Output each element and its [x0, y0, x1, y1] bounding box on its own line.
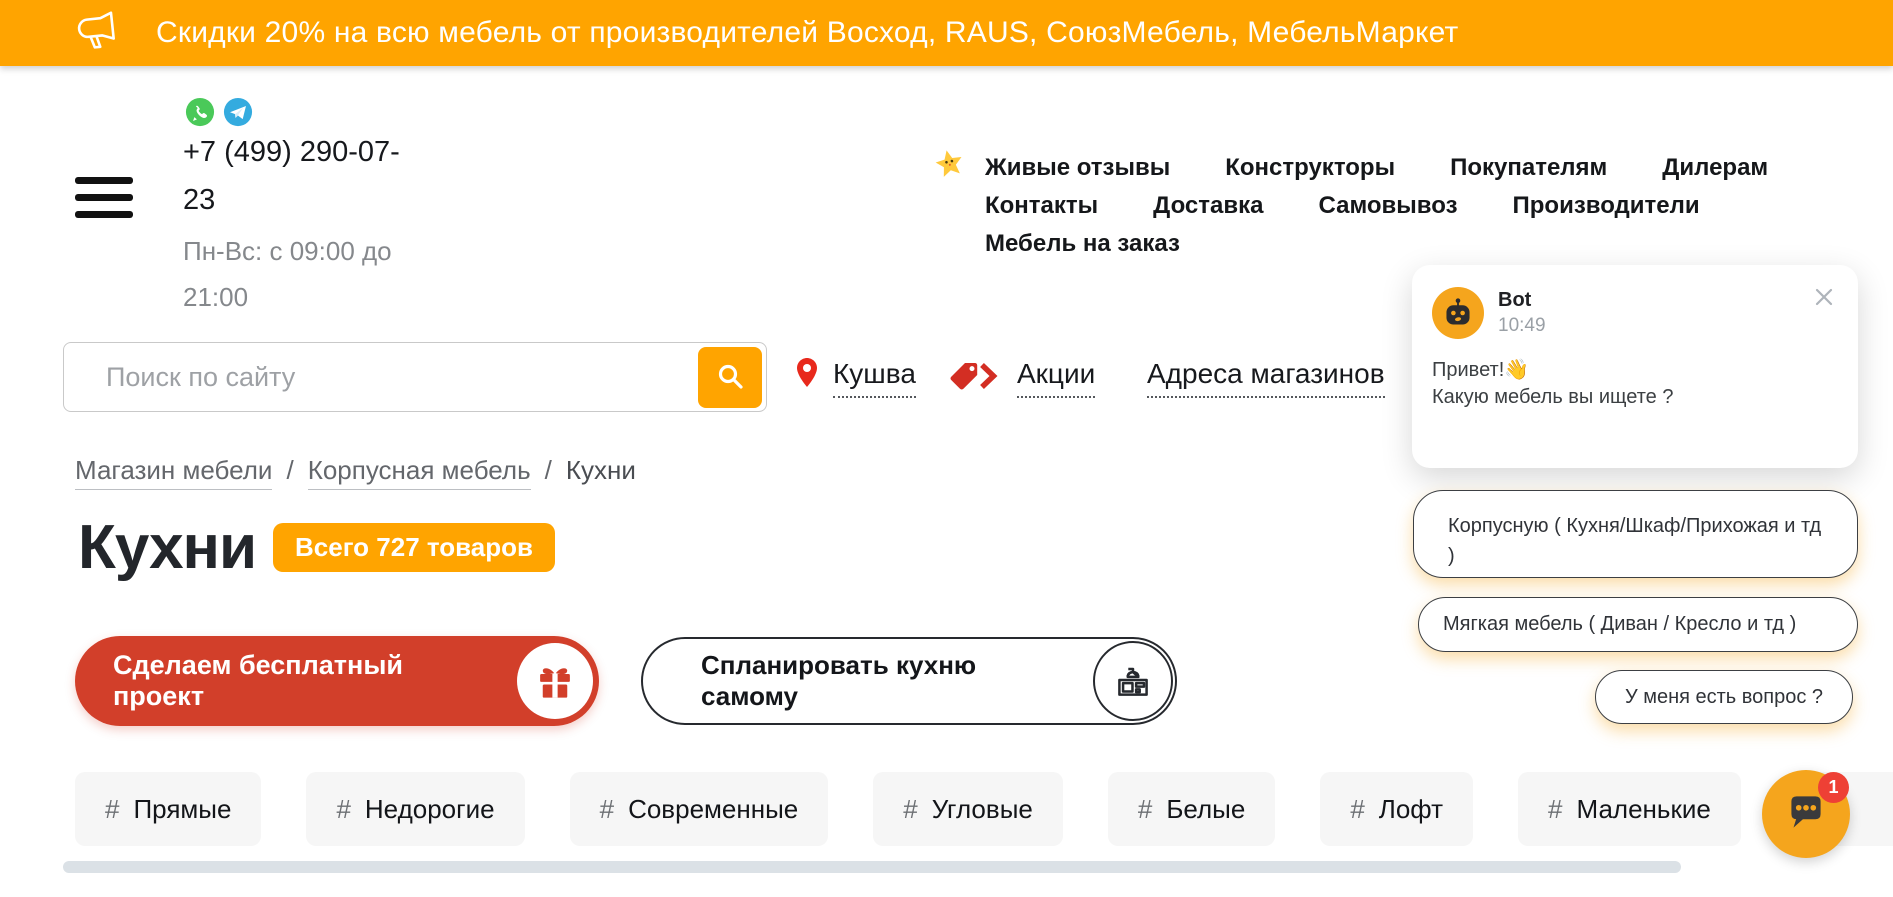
gift-icon	[517, 643, 593, 719]
unread-count-badge: 1	[1818, 772, 1849, 803]
hamburger-menu-button[interactable]	[75, 177, 133, 218]
site-search	[63, 342, 767, 412]
tag-chip-corner[interactable]: # Угловые	[873, 772, 1063, 846]
tag-chips-row: # Прямые # Недорогие # Современные # Угл…	[75, 772, 1893, 846]
megaphone-icon	[74, 7, 121, 58]
tag-chip-cheap[interactable]: # Недорогие	[306, 772, 525, 846]
promotions-link[interactable]: Акции	[1017, 358, 1096, 398]
map-pin-icon	[793, 356, 821, 397]
chat-option-soft-furniture[interactable]: Мягкая мебель ( Диван / Кресло и тд )	[1418, 597, 1858, 652]
hamburger-bar	[75, 211, 133, 218]
breadcrumb-separator: /	[286, 455, 294, 485]
nav-item-custom-furniture[interactable]: Мебель на заказ	[985, 231, 1180, 256]
bot-avatar	[1432, 287, 1484, 339]
bot-name: Bot	[1498, 289, 1532, 311]
city-selector-link[interactable]: Кушва	[833, 358, 916, 398]
price-tags-icon	[948, 360, 1002, 399]
nav-item-contacts[interactable]: Контакты	[985, 193, 1098, 218]
plan-kitchen-button[interactable]: Спланировать кухню самому	[641, 637, 1177, 725]
tag-chip-loft[interactable]: # Лофт	[1320, 772, 1474, 846]
tag-chip-straight[interactable]: # Прямые	[75, 772, 262, 846]
working-hours: Пн-Вс: с 09:00 до 21:00	[183, 236, 392, 312]
breadcrumb-current: Кухни	[565, 455, 636, 485]
tag-chip-white[interactable]: # Белые	[1107, 772, 1276, 846]
free-project-label: Сделаем бесплатный проект	[113, 650, 403, 711]
plan-kitchen-label: Спланировать кухню самому	[701, 650, 977, 711]
telegram-icon[interactable]	[223, 97, 253, 127]
nav-item-manufacturers[interactable]: Производители	[1513, 193, 1700, 218]
chat-option-question[interactable]: У меня есть вопрос ?	[1595, 670, 1853, 724]
nav-item-delivery[interactable]: Доставка	[1153, 193, 1263, 218]
products-count-badge: Всего 727 товаров	[273, 523, 556, 572]
nav-item-buyers[interactable]: Покупателям	[1450, 155, 1607, 180]
page-title: Кухни	[78, 513, 257, 582]
whatsapp-icon[interactable]	[185, 97, 215, 127]
search-input[interactable]	[64, 343, 706, 411]
nav-item-constructors[interactable]: Конструкторы	[1225, 155, 1395, 180]
breadcrumb-category[interactable]: Корпусная мебель	[307, 455, 531, 490]
nav-item-pickup[interactable]: Самовывоз	[1318, 193, 1457, 218]
main-nav: Живые отзывы Конструкторы Покупателям Ди…	[985, 155, 1815, 269]
nav-item-dealers[interactable]: Дилерам	[1662, 155, 1768, 180]
free-project-button[interactable]: Сделаем бесплатный проект	[75, 636, 599, 726]
promo-banner-text: Скидки 20% на всю мебель от производител…	[156, 16, 1459, 49]
star-mascot-icon	[931, 145, 970, 188]
breadcrumb-home[interactable]: Магазин мебели	[75, 455, 273, 490]
breadcrumb: Магазин мебели / Корпусная мебель / Кухн…	[75, 455, 636, 490]
search-button[interactable]	[698, 347, 762, 408]
phone-number[interactable]: +7 (499) 290-07-23	[183, 128, 425, 224]
kitchen-icon	[1093, 641, 1173, 721]
chat-timestamp: 10:49	[1498, 315, 1546, 336]
chat-launcher-button[interactable]: 1	[1762, 770, 1850, 858]
hamburger-bar	[75, 177, 133, 184]
chat-widget: Bot 10:49 Привет!👋 Какую мебель вы ищете…	[1412, 265, 1858, 468]
chat-option-cabinet-furniture[interactable]: Корпусную ( Кухня/Шкаф/Прихожая и тд )	[1413, 490, 1858, 578]
chat-greeting: Привет!👋	[1432, 359, 1530, 381]
chat-question: Какую мебель вы ищете ?	[1432, 386, 1674, 408]
nav-item-reviews[interactable]: Живые отзывы	[985, 155, 1170, 180]
horizontal-scrollbar[interactable]	[63, 861, 1681, 873]
page: Скидки 20% на всю мебель от производител…	[0, 0, 1893, 897]
store-addresses-link[interactable]: Адреса магазинов	[1147, 358, 1385, 398]
tag-chip-small[interactable]: # Маленькие	[1518, 772, 1741, 846]
tag-chip-modern[interactable]: # Современные	[569, 772, 829, 846]
breadcrumb-separator: /	[544, 455, 552, 485]
promo-banner: Скидки 20% на всю мебель от производител…	[0, 0, 1893, 66]
close-icon[interactable]	[1810, 283, 1838, 311]
hamburger-bar	[75, 194, 133, 201]
search-icon	[715, 361, 745, 394]
